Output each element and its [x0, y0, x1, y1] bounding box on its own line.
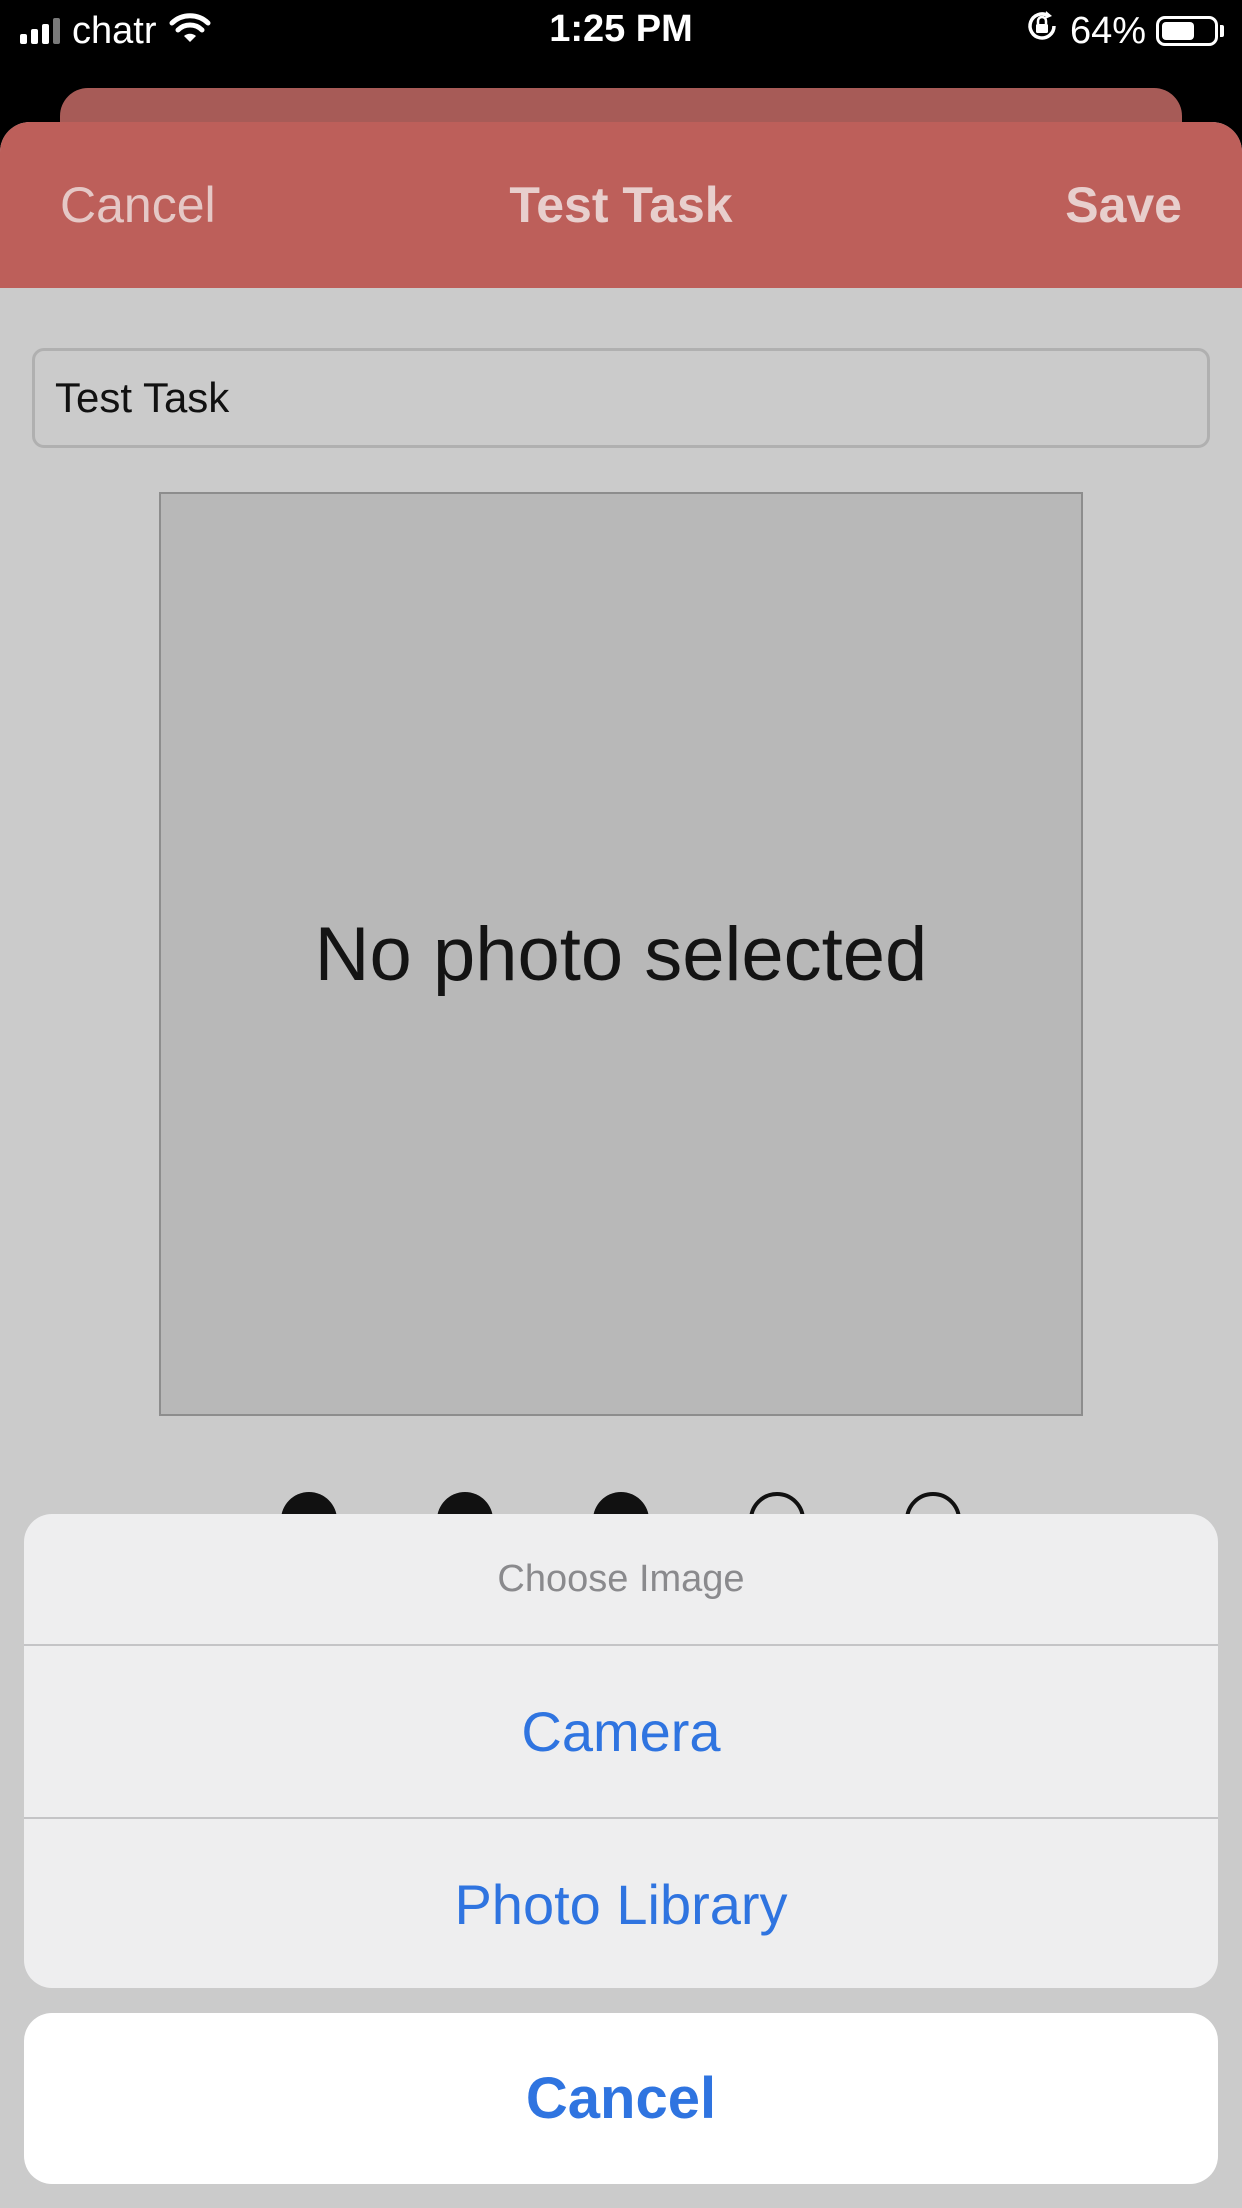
camera-option[interactable]: Camera — [24, 1646, 1218, 1819]
page-title: Test Task — [509, 177, 733, 233]
action-sheet-cancel-button[interactable]: Cancel — [24, 2013, 1218, 2184]
navigation-bar: Cancel Test Task Save — [0, 122, 1242, 288]
battery-icon — [1156, 16, 1224, 46]
photo-placeholder-label: No photo selected — [314, 911, 928, 997]
action-sheet-title: Choose Image — [24, 1514, 1218, 1646]
battery-percent: 64% — [1069, 9, 1146, 52]
action-sheet: Choose Image Camera Photo Library — [24, 1514, 1218, 1988]
orientation-lock-icon — [1024, 8, 1060, 54]
status-bar: chatr 1:25 PM 64% — [0, 0, 1242, 62]
task-name-field[interactable]: Test Task — [32, 348, 1210, 448]
status-right: 64% — [1024, 10, 1224, 52]
photo-placeholder[interactable]: No photo selected — [159, 492, 1083, 1416]
photo-library-option[interactable]: Photo Library — [24, 1819, 1218, 1988]
save-button[interactable]: Save — [1065, 176, 1182, 234]
